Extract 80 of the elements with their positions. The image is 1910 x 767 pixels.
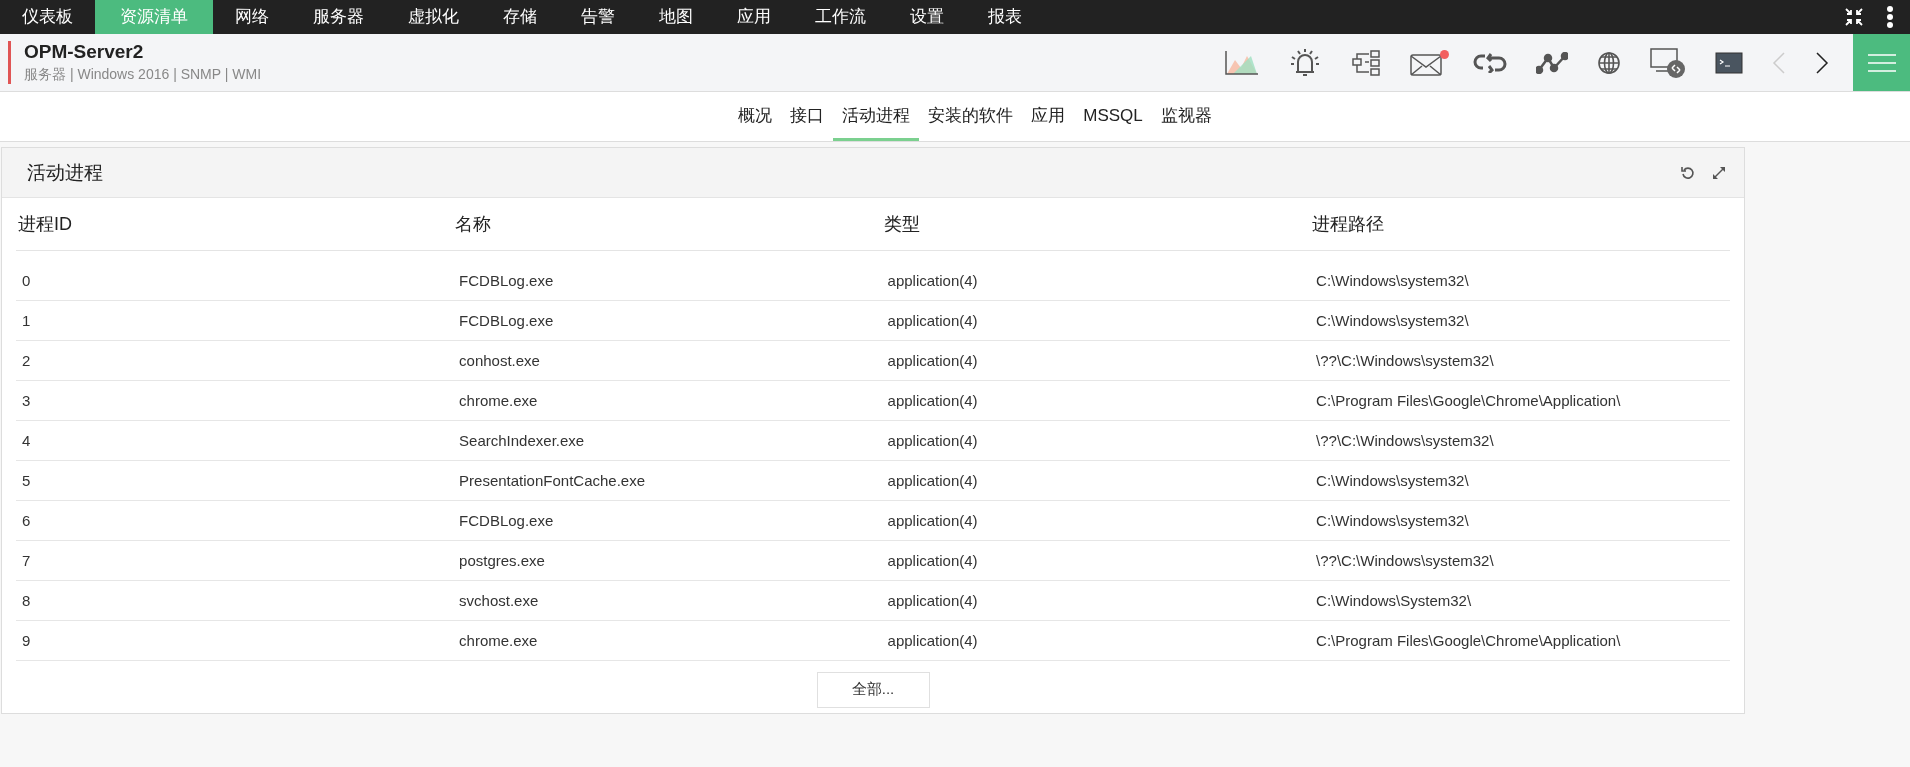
expand-icon[interactable] [1713,166,1725,179]
table-cell: FCDBLog.exe [453,500,882,540]
workflow-icon[interactable] [1351,48,1381,77]
table-cell: application(4) [881,260,1311,300]
table-cell: 0 [16,260,454,300]
table-cell: application(4) [881,340,1311,380]
table-cell: FCDBLog.exe [453,260,882,300]
sub-tab[interactable]: 活动进程 [833,92,920,141]
more-options-icon[interactable] [1886,6,1894,28]
table-cell: application(4) [881,580,1311,620]
table-cell: application(4) [881,300,1311,340]
table-cell: conhost.exe [453,340,882,380]
nav-tab[interactable]: 虚拟化 [386,0,481,34]
table-cell: 2 [16,340,454,380]
table-cell: \??\C:\Windows\system32\ [1310,540,1730,580]
table-cell: application(4) [881,540,1311,580]
table-cell: chrome.exe [453,620,882,660]
table-cell: postgres.exe [453,540,882,580]
table-cell: PresentationFontCache.exe [453,460,882,500]
table-cell: 7 [16,540,454,580]
alarm-bell-icon[interactable] [1288,47,1322,78]
table-cell: 9 [16,620,454,660]
nav-tab[interactable]: 仪表板 [0,0,95,34]
refresh-icon[interactable] [1681,165,1695,180]
device-name: OPM-Server2 [24,41,145,63]
nav-tab[interactable]: 应用 [715,0,793,34]
table-cell: SearchIndexer.exe [453,420,882,460]
sub-tab[interactable]: 接口 [781,92,834,141]
network-path-icon[interactable] [1536,51,1568,74]
table-cell: application(4) [881,380,1311,420]
notification-dot [1440,49,1449,59]
column-header[interactable]: 进程ID [16,198,454,251]
panel-title: 活动进程 [27,160,103,185]
loop-arrows-icon[interactable] [1473,52,1507,73]
table-cell: C:\Windows\system32\ [1310,260,1730,300]
column-header[interactable]: 名称 [453,198,882,251]
sub-tab[interactable]: 安装的软件 [919,92,1023,141]
terminal-icon[interactable] [1715,51,1743,74]
table-cell: application(4) [881,500,1311,540]
column-header[interactable]: 进程路径 [1310,198,1730,251]
nav-tab[interactable]: 设置 [888,0,966,34]
table-cell: svchost.exe [453,580,882,620]
sub-tab[interactable]: MSSQL [1074,92,1152,141]
table-cell: FCDBLog.exe [453,300,882,340]
sub-tab[interactable]: 应用 [1022,92,1075,141]
nav-tab[interactable]: 地图 [637,0,715,34]
table-cell: 1 [16,300,454,340]
sub-tab[interactable]: 概况 [729,92,782,141]
table-cell: 3 [16,380,454,420]
sub-tab[interactable]: 监视器 [1151,92,1221,141]
nav-tab[interactable]: 报表 [966,0,1044,34]
column-header[interactable]: 类型 [881,198,1311,251]
menu-icon [1867,53,1896,72]
show-all-button[interactable]: 全部... [816,671,930,708]
table-cell: C:\Windows\system32\ [1310,500,1730,540]
table-cell: application(4) [881,420,1311,460]
table-cell: application(4) [881,460,1311,500]
area-chart-icon[interactable] [1225,49,1259,76]
table-cell: application(4) [881,620,1311,660]
nav-tab[interactable]: 工作流 [793,0,888,34]
table-cell: chrome.exe [453,380,882,420]
table-cell: 4 [16,420,454,460]
table-cell: C:\Windows\system32\ [1310,460,1730,500]
table-cell: C:\Program Files\Google\Chrome\Application\ [1310,380,1730,420]
table-cell: C:\Windows\system32\ [1310,300,1730,340]
device-details: 服务器 | Windows 2016 | SNMP | WMI [24,66,263,84]
table-cell: 8 [16,580,454,620]
nav-tab[interactable]: 存储 [481,0,559,34]
nav-tab[interactable]: 服务器 [291,0,386,34]
nav-tab[interactable]: 网络 [213,0,291,34]
table-cell: \??\C:\Windows\system32\ [1310,340,1730,380]
table-cell: 5 [16,460,454,500]
remote-desktop-icon[interactable] [1650,47,1686,78]
table-cell: 6 [16,500,454,540]
globe-icon[interactable] [1597,50,1621,75]
collapse-icon[interactable] [1844,7,1864,27]
table-cell: C:\Windows\System32\ [1310,580,1730,620]
nav-tab[interactable]: 告警 [559,0,637,34]
table-cell: \??\C:\Windows\system32\ [1310,420,1730,460]
table-cell: C:\Program Files\Google\Chrome\Application\ [1310,620,1730,660]
